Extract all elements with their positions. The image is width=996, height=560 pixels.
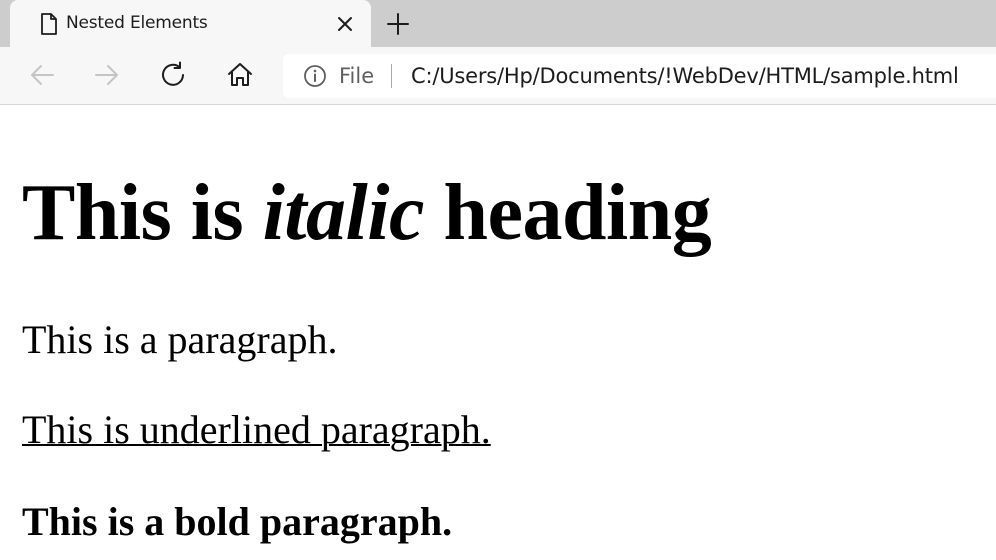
address-divider [391, 64, 392, 88]
heading-text-end: heading [424, 169, 712, 257]
heading-italic-text: italic [262, 169, 425, 257]
arrow-left-icon[interactable] [27, 60, 57, 90]
close-icon[interactable] [335, 14, 355, 34]
browser-tab[interactable]: Nested Elements [10, 0, 371, 47]
url-text[interactable]: C:/Users/Hp/Documents/!WebDev/HTML/sampl… [411, 64, 959, 88]
heading-text-start: This is [22, 169, 263, 257]
bold-paragraph: This is a bold paragraph. [22, 499, 453, 544]
tab-title: Nested Elements [66, 13, 208, 33]
scheme-label: File [339, 64, 375, 88]
home-icon[interactable] [225, 60, 255, 90]
paragraph: This is a paragraph. [22, 317, 338, 362]
page-content: This is italic heading This is a paragra… [0, 106, 996, 560]
plus-icon[interactable] [386, 12, 410, 36]
browser-toolbar: File C:/Users/Hp/Documents/!WebDev/HTML/… [0, 47, 996, 105]
document-icon [39, 12, 59, 36]
arrow-right-icon[interactable] [92, 60, 122, 90]
underlined-paragraph: This is underlined paragraph. [22, 407, 491, 452]
page-heading: This is italic heading [22, 168, 712, 259]
info-icon[interactable] [303, 64, 327, 88]
refresh-icon[interactable] [159, 60, 189, 90]
tab-strip: Nested Elements [0, 0, 996, 47]
address-bar[interactable]: File C:/Users/Hp/Documents/!WebDev/HTML/… [283, 54, 996, 98]
